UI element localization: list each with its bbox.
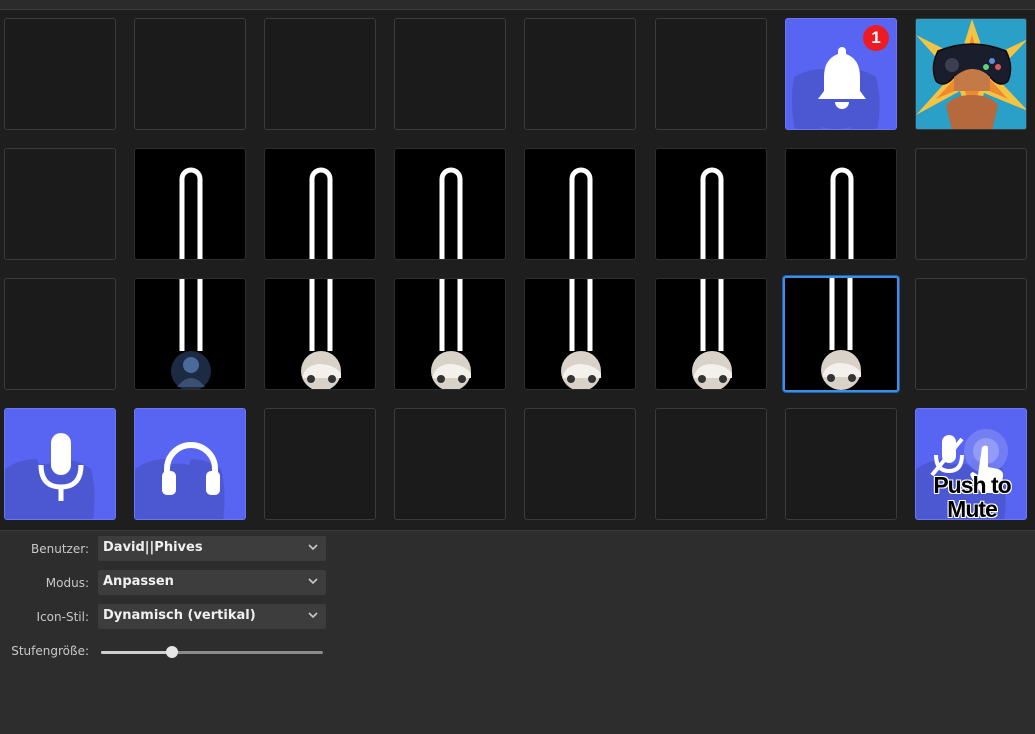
stream-deck-key-grid: 1 Push to Mute bbox=[0, 10, 1035, 530]
empty-key[interactable] bbox=[915, 148, 1027, 260]
volume-track-bottom-icon bbox=[561, 279, 601, 389]
gamepad-fist-icon bbox=[916, 19, 1026, 129]
volume-slider-top-key[interactable] bbox=[134, 148, 246, 260]
user-select-value: David||Phives bbox=[103, 540, 203, 555]
volume-track-top-icon bbox=[179, 167, 203, 259]
empty-key[interactable] bbox=[524, 408, 636, 520]
empty-key[interactable] bbox=[394, 18, 506, 130]
headphones-icon bbox=[162, 442, 220, 495]
volume-slider-top-key[interactable] bbox=[394, 148, 506, 260]
title-bar bbox=[0, 0, 1035, 10]
user-label: Benutzer: bbox=[31, 542, 89, 556]
volume-slider-app-key-selected[interactable] bbox=[783, 276, 899, 392]
volume-track-top-icon bbox=[309, 167, 333, 259]
icon-style-label: Icon-Stil: bbox=[36, 610, 89, 624]
volume-slider-user-key[interactable] bbox=[134, 278, 246, 390]
volume-track-top-icon bbox=[830, 167, 854, 259]
volume-track-top-icon bbox=[569, 167, 593, 259]
volume-track-bottom-icon bbox=[821, 278, 861, 390]
volume-slider-top-key[interactable] bbox=[655, 148, 767, 260]
volume-track-bottom-icon bbox=[301, 279, 341, 389]
empty-key[interactable] bbox=[785, 408, 897, 520]
mic-mute-key[interactable] bbox=[4, 408, 116, 520]
chevron-down-icon bbox=[308, 544, 318, 551]
mode-select-value: Anpassen bbox=[103, 574, 174, 589]
volume-track-bottom-icon bbox=[171, 279, 211, 389]
notification-count-badge: 1 bbox=[863, 25, 889, 51]
settings-panel: Benutzer: David||Phives Modus: Anpassen … bbox=[0, 530, 1035, 734]
microphone-icon bbox=[38, 433, 84, 501]
chevron-down-icon bbox=[308, 612, 318, 619]
empty-key[interactable] bbox=[915, 278, 1027, 390]
volume-slider-app-key[interactable] bbox=[264, 278, 376, 390]
volume-track-bottom-icon bbox=[692, 279, 732, 389]
mode-label: Modus: bbox=[45, 576, 89, 590]
empty-key[interactable] bbox=[394, 408, 506, 520]
deafen-key[interactable] bbox=[134, 408, 246, 520]
push-to-mute-label: Push to Mute bbox=[933, 472, 1011, 520]
chevron-down-icon bbox=[308, 578, 318, 585]
gamepad-key[interactable] bbox=[915, 18, 1027, 130]
volume-track-top-icon bbox=[700, 167, 724, 259]
push-to-mute-key[interactable]: Push to Mute bbox=[915, 408, 1027, 520]
empty-key[interactable] bbox=[655, 18, 767, 130]
step-size-label: Stufengröße: bbox=[11, 644, 89, 658]
volume-slider-top-key[interactable] bbox=[524, 148, 636, 260]
empty-key[interactable] bbox=[4, 18, 116, 130]
user-select[interactable]: David||Phives bbox=[98, 536, 326, 561]
volume-slider-app-key[interactable] bbox=[394, 278, 506, 390]
empty-key[interactable] bbox=[4, 148, 116, 260]
empty-key[interactable] bbox=[524, 18, 636, 130]
mode-select[interactable]: Anpassen bbox=[98, 570, 326, 595]
volume-slider-app-key[interactable] bbox=[524, 278, 636, 390]
empty-key[interactable] bbox=[264, 18, 376, 130]
empty-key[interactable] bbox=[264, 408, 376, 520]
volume-slider-app-key[interactable] bbox=[655, 278, 767, 390]
volume-track-top-icon bbox=[439, 167, 463, 259]
volume-slider-top-key[interactable] bbox=[264, 148, 376, 260]
step-size-slider-fill bbox=[101, 651, 173, 654]
step-size-slider[interactable] bbox=[101, 646, 323, 658]
icon-style-select-value: Dynamisch (vertikal) bbox=[103, 608, 256, 623]
notification-key[interactable]: 1 bbox=[785, 18, 897, 130]
empty-key[interactable] bbox=[4, 278, 116, 390]
icon-style-select[interactable]: Dynamisch (vertikal) bbox=[98, 604, 326, 629]
empty-key[interactable] bbox=[134, 18, 246, 130]
volume-slider-top-key[interactable] bbox=[785, 148, 897, 260]
volume-track-bottom-icon bbox=[431, 279, 471, 389]
empty-key[interactable] bbox=[655, 408, 767, 520]
step-size-slider-thumb[interactable] bbox=[166, 646, 179, 658]
